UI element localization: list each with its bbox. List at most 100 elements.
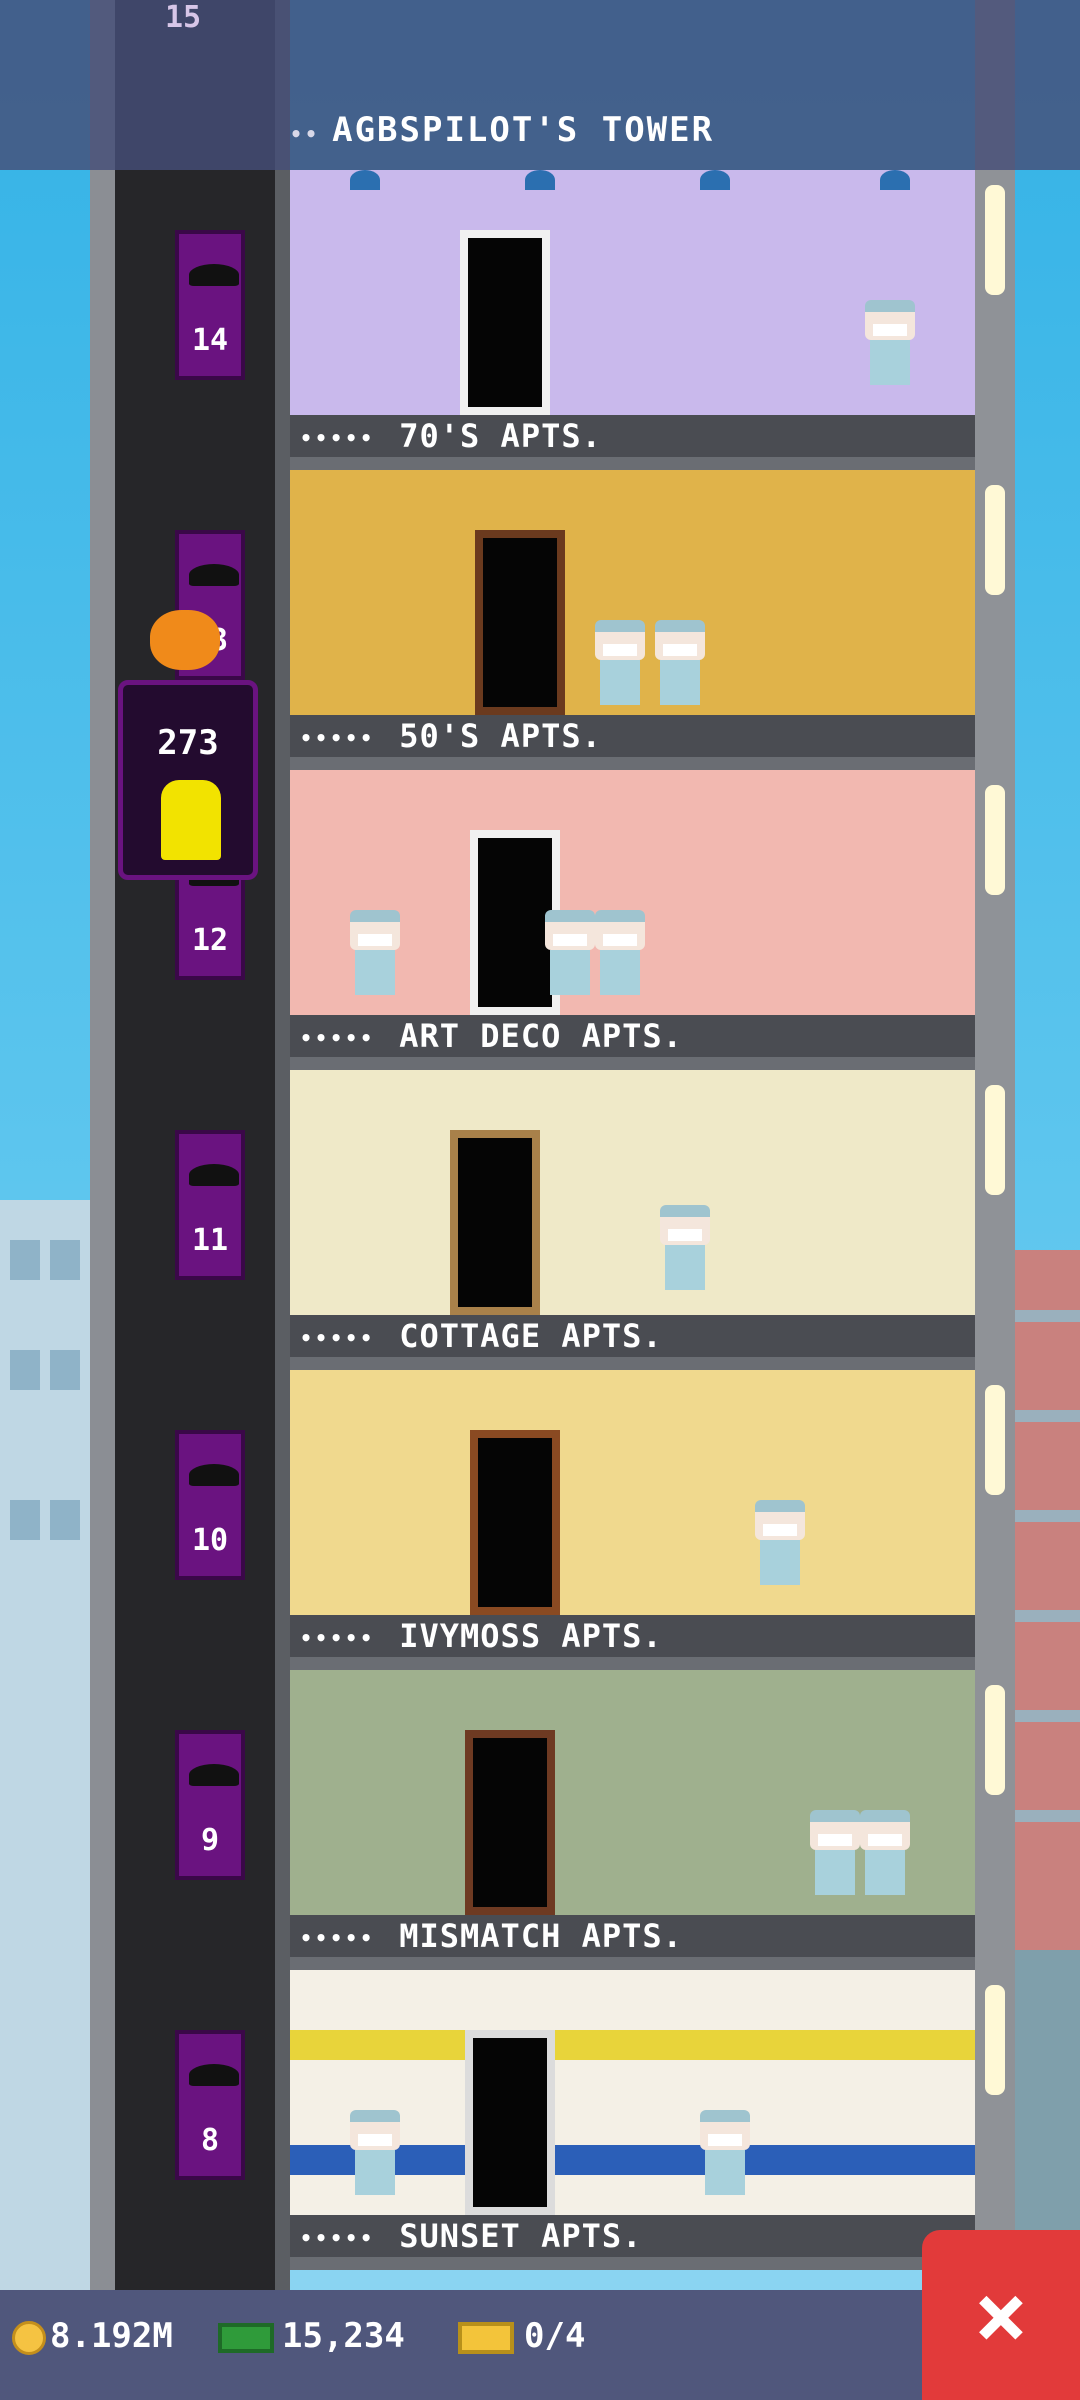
elevator-car-floor-9[interactable]: 9 <box>175 1730 245 1880</box>
floor-label: ••••• COTTAGE APTS. <box>290 1315 975 1357</box>
room-sunset[interactable] <box>290 1970 975 2215</box>
occupancy-icons: •• <box>290 122 321 146</box>
room-mismatch[interactable] <box>290 1670 975 1915</box>
tickets-display[interactable]: 0/4 <box>458 2310 585 2362</box>
floor-number: 12 <box>191 923 229 958</box>
tenant[interactable] <box>865 300 915 385</box>
bux-value: 15,234 <box>282 2316 405 2356</box>
cash-icon <box>218 2322 274 2353</box>
coins-display[interactable]: 8.192M <box>12 2310 173 2362</box>
floor-base <box>290 457 975 470</box>
room-70s[interactable] <box>290 170 975 415</box>
tenant[interactable] <box>655 620 705 705</box>
tenant[interactable] <box>545 910 595 995</box>
bat-icon <box>189 1764 239 1786</box>
floor-base <box>290 1957 975 1970</box>
floor-base <box>290 1057 975 1070</box>
floor-base <box>290 2257 975 2270</box>
tower-title: •• AGBSPILOT'S TOWER <box>290 110 714 150</box>
tower-frame-right <box>975 0 1015 2290</box>
floor-11[interactable]: ••••• COTTAGE APTS. <box>290 1070 975 1370</box>
close-button[interactable]: × <box>922 2230 1080 2400</box>
elevator-passenger-car[interactable]: 273 <box>118 680 258 880</box>
room-art-deco[interactable] <box>290 770 975 1015</box>
floor-8[interactable]: ••••• SUNSET APTS. <box>290 1970 975 2270</box>
floor-number: 8 <box>200 2123 220 2158</box>
room-cottage[interactable] <box>290 1070 975 1315</box>
room-50s[interactable] <box>290 470 975 715</box>
shaft-rail <box>275 0 290 2290</box>
floor-number: 9 <box>200 1823 220 1858</box>
floor-base <box>290 1357 975 1370</box>
tower: 14 13 12 11 10 9 8 •••••70'S APTS. •••••… <box>90 0 1015 2290</box>
floor-base <box>290 757 975 770</box>
elevator-car-floor-10[interactable]: 10 <box>175 1430 245 1580</box>
floor-base <box>290 1657 975 1670</box>
tickets-value: 0/4 <box>524 2316 586 2356</box>
wall-stripe <box>290 2030 975 2060</box>
elevator-car-floor-14[interactable]: 14 <box>175 230 245 380</box>
floor-name: 50'S APTS. <box>399 717 602 755</box>
tenant[interactable] <box>660 1205 710 1290</box>
floor-label: ••••• 50'S APTS. <box>290 715 975 757</box>
tenant[interactable] <box>595 910 645 995</box>
ticket-icon <box>458 2321 514 2354</box>
bat-icon <box>189 1164 239 1186</box>
elevator-car-floor-11[interactable]: 11 <box>175 1130 245 1280</box>
tenant[interactable] <box>350 910 400 995</box>
apartment-door[interactable] <box>475 530 565 715</box>
occupancy-icons: ••••• <box>300 1626 376 1650</box>
apartment-door[interactable] <box>465 2030 555 2215</box>
tenant[interactable] <box>810 1810 860 1895</box>
floor-number-top: 15 <box>165 0 202 35</box>
occupancy-icons: ••••• <box>300 726 376 750</box>
elevator-rider <box>161 780 221 860</box>
tenant[interactable] <box>595 620 645 705</box>
apartment-door[interactable] <box>460 230 550 415</box>
tenant[interactable] <box>350 2110 400 2195</box>
close-icon: × <box>973 2262 1029 2368</box>
tenant[interactable] <box>755 1500 805 1585</box>
tower-name: AGBSPILOT'S TOWER <box>332 110 715 150</box>
bux-display[interactable]: 15,234 <box>218 2310 405 2362</box>
apartment-door[interactable] <box>450 1130 540 1315</box>
lamp-icon <box>700 170 730 190</box>
occupancy-icons: ••••• <box>300 426 376 450</box>
bat-icon <box>189 1464 239 1486</box>
apartment-door[interactable] <box>470 1430 560 1615</box>
lamp-icon <box>880 170 910 190</box>
floor-label: ••••• ART DECO APTS. <box>290 1015 975 1057</box>
elevator-passenger-count: 273 <box>157 723 219 763</box>
floor-13[interactable]: ••••• 50'S APTS. <box>290 470 975 770</box>
bat-icon <box>189 2064 239 2086</box>
floor-9[interactable]: ••••• MISMATCH APTS. <box>290 1670 975 1970</box>
occupancy-icons: ••••• <box>300 1326 376 1350</box>
apartment-door[interactable] <box>465 1730 555 1915</box>
floor-name: ART DECO APTS. <box>399 1017 683 1055</box>
coins-value: 8.192M <box>50 2316 173 2356</box>
floor-label: ••••• 70'S APTS. <box>290 415 975 457</box>
occupancy-icons: ••••• <box>300 1026 376 1050</box>
tenant[interactable] <box>700 2110 750 2195</box>
bat-icon <box>189 264 239 286</box>
background-building-left <box>0 1200 90 2300</box>
floor-name: 70'S APTS. <box>399 417 602 455</box>
lamp-icon <box>525 170 555 190</box>
floor-name: SUNSET APTS. <box>399 2217 643 2255</box>
elevator-car-floor-8[interactable]: 8 <box>175 2030 245 2180</box>
floor-10[interactable]: ••••• IVYMOSS APTS. <box>290 1370 975 1670</box>
bat-icon <box>189 564 239 586</box>
floor-12[interactable]: ••••• ART DECO APTS. <box>290 770 975 1070</box>
floor-14[interactable]: ••••• 70'S APTS. <box>290 170 975 470</box>
tower-frame-left <box>90 0 115 2290</box>
elevator-shaft[interactable]: 14 13 12 11 10 9 8 <box>115 0 275 2290</box>
floor-name: COTTAGE APTS. <box>399 1317 663 1355</box>
room-ivymoss[interactable] <box>290 1370 975 1615</box>
occupancy-icons: ••••• <box>300 2226 376 2250</box>
floor-label: ••••• IVYMOSS APTS. <box>290 1615 975 1657</box>
tenant[interactable] <box>860 1810 910 1895</box>
floor-label: ••••• MISMATCH APTS. <box>290 1915 975 1957</box>
floor-number: 11 <box>191 1223 229 1258</box>
coin-icon <box>12 2320 46 2355</box>
status-bar: 8.192M 15,234 0/4 <box>0 2290 1080 2400</box>
